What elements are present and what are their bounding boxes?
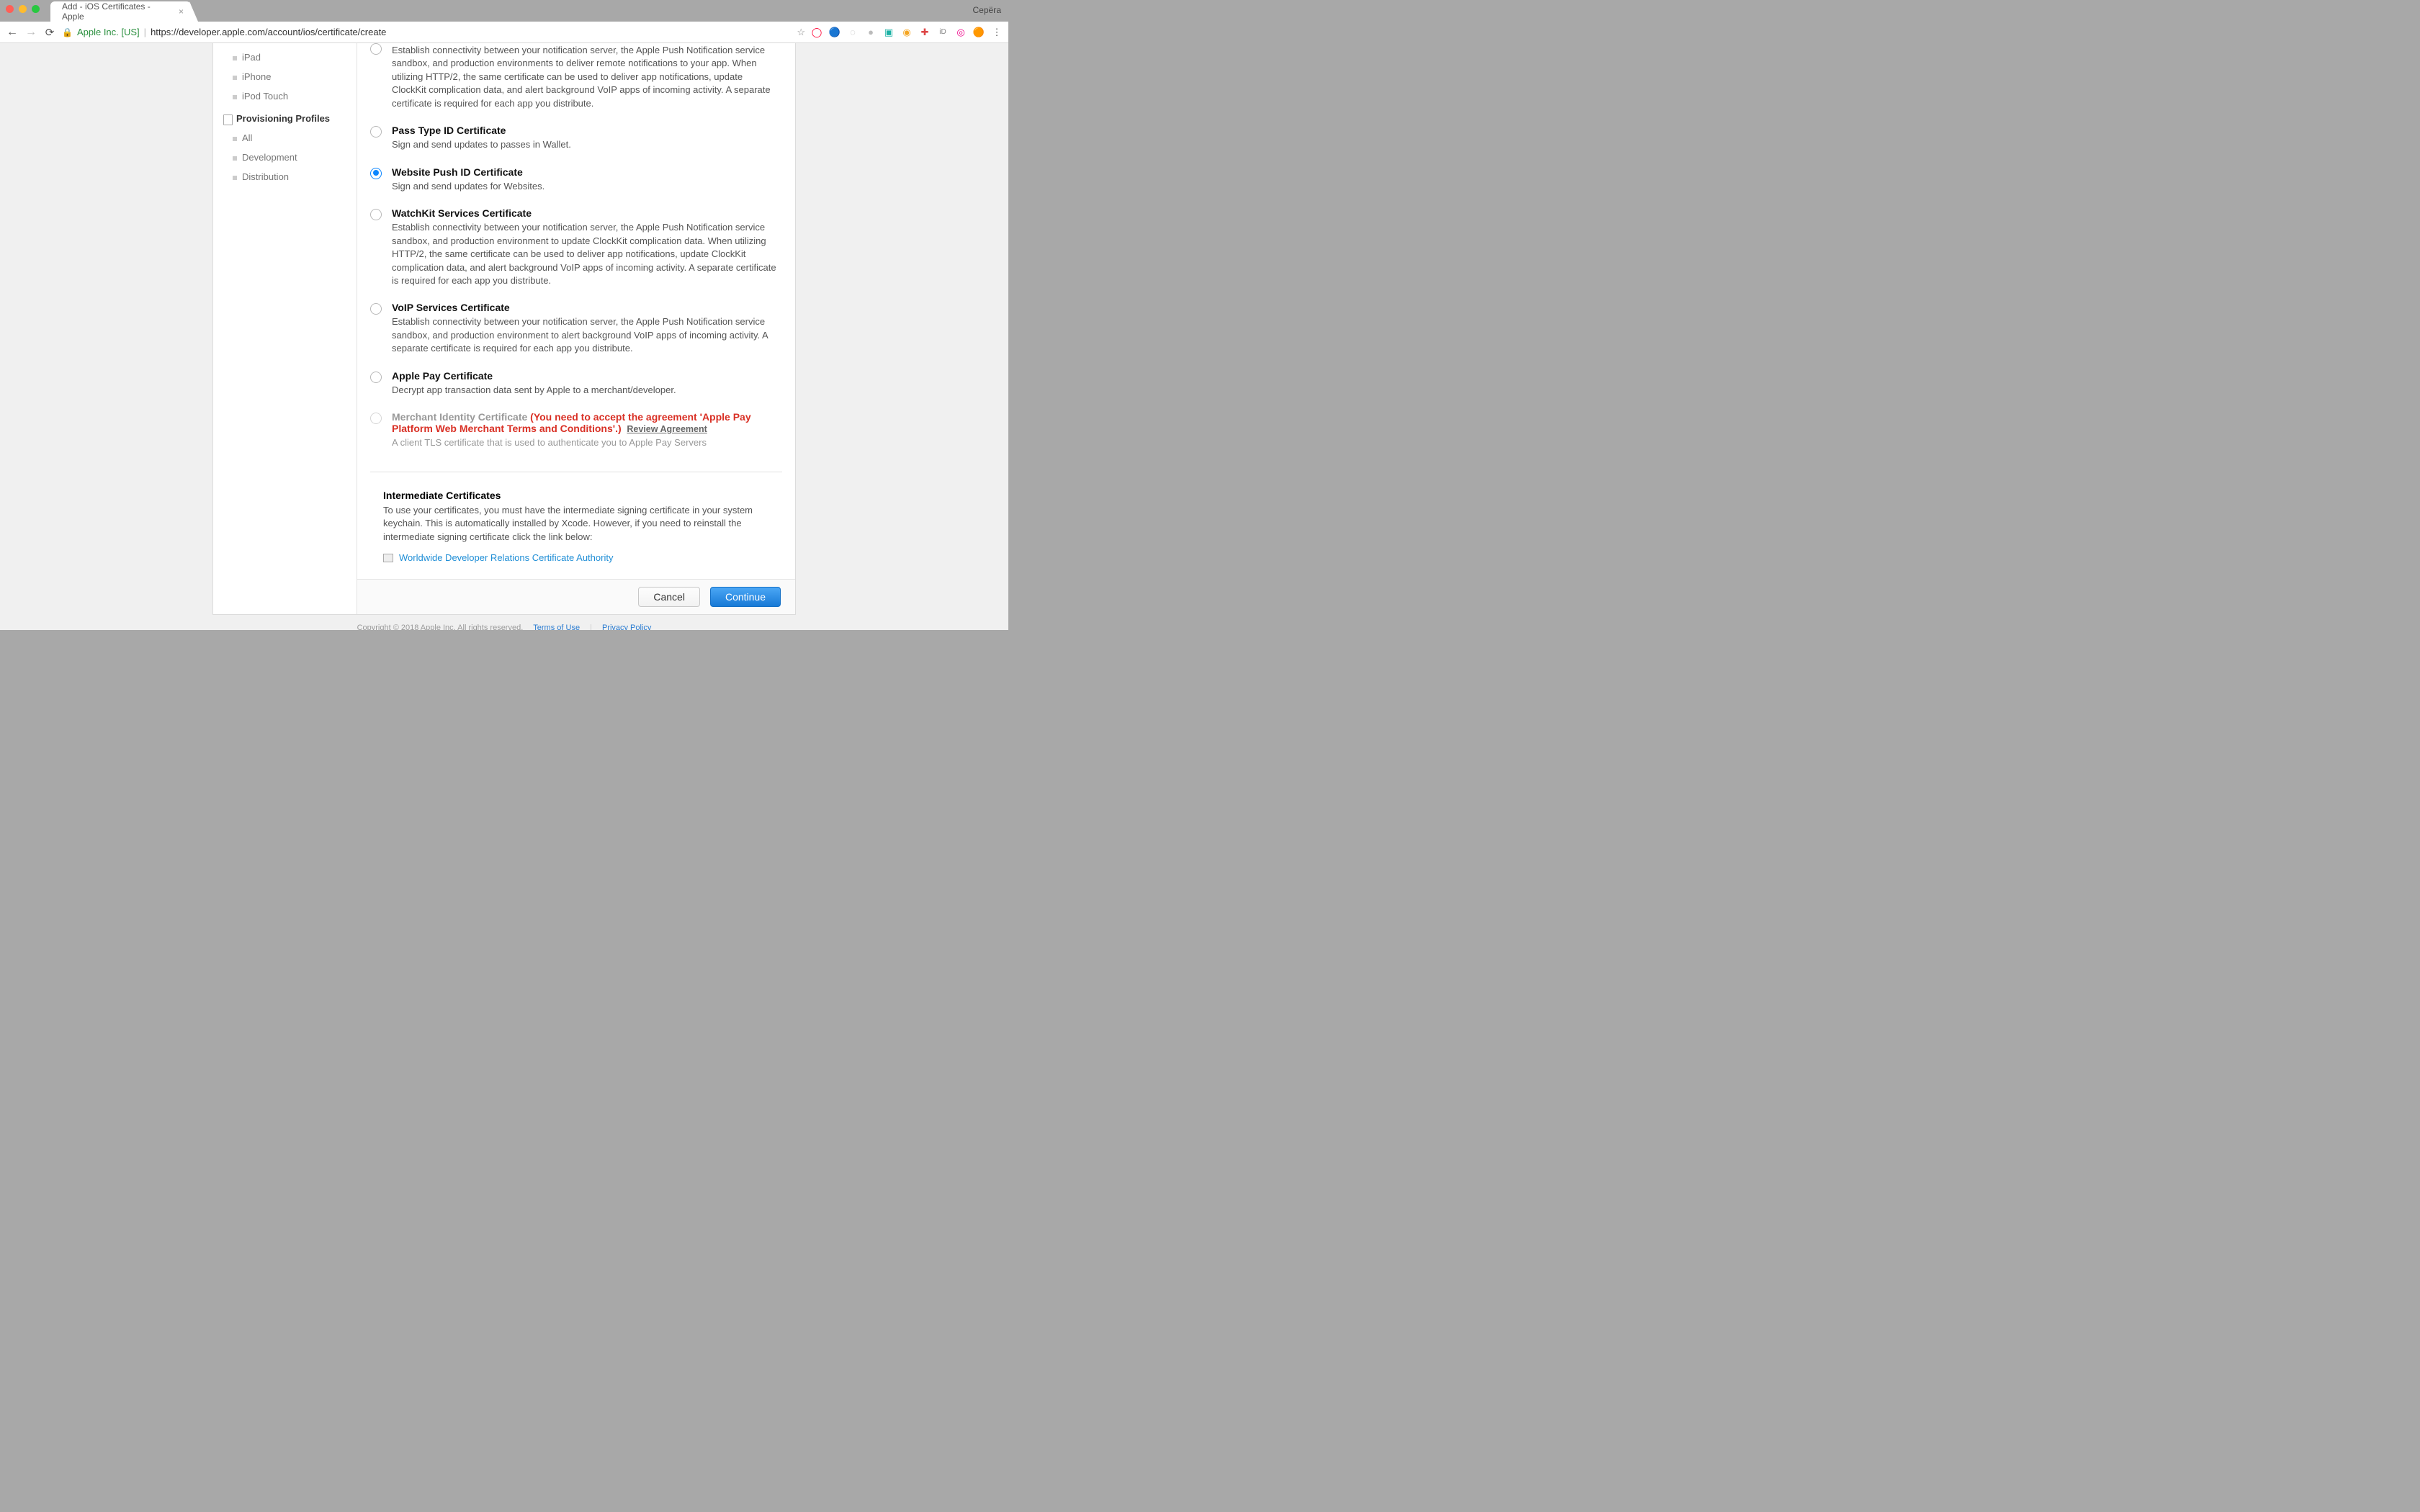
chrome-menu-icon[interactable]: ⋮ — [991, 27, 1003, 38]
sidebar-item-ipod[interactable]: iPod Touch — [213, 86, 357, 106]
browser-profile-label[interactable]: Серëга — [973, 5, 1001, 15]
radio-apns[interactable] — [370, 43, 382, 55]
sidebar-item-label: iPad — [242, 52, 261, 63]
option-title: Merchant Identity Certificate (You need … — [392, 411, 779, 434]
option-title: Pass Type ID Certificate — [392, 125, 779, 136]
circle-ext-icon[interactable]: ◎ — [955, 27, 967, 38]
window-close-button[interactable] — [6, 5, 14, 13]
grey-ext-icon-2[interactable]: ● — [865, 27, 877, 38]
sidebar-item-development[interactable]: Development — [213, 148, 357, 167]
footer-separator: | — [590, 624, 592, 630]
rainbow-ext-icon[interactable]: 🟠 — [973, 27, 985, 38]
intermediate-text: To use your certificates, you must have … — [383, 504, 782, 544]
sidebar: iPad iPhone iPod Touch Provisioning Prof… — [213, 43, 357, 614]
sidebar-item-all[interactable]: All — [213, 128, 357, 148]
wwdr-cert-link[interactable]: Worldwide Developer Relations Certificat… — [399, 552, 613, 563]
certificate-file-icon — [383, 554, 393, 562]
tab-title: Add - iOS Certificates - Apple — [62, 1, 174, 22]
sidebar-item-label: Distribution — [242, 171, 289, 182]
nav-reload-button[interactable]: ⟳ — [43, 26, 56, 39]
orange-ext-icon[interactable]: ◉ — [901, 27, 913, 38]
grey-ext-icon-1[interactable]: ◌ — [847, 27, 859, 38]
review-agreement-link[interactable]: Review Agreement — [627, 424, 707, 434]
option-title: WatchKit Services Certificate — [392, 207, 779, 219]
option-desc: Sign and send updates to passes in Walle… — [392, 138, 779, 151]
color-ext-icon[interactable]: 🔵 — [829, 27, 841, 38]
option-desc: Establish connectivity between your noti… — [392, 221, 779, 287]
lock-icon: 🔒 — [62, 27, 73, 37]
intermediate-certs-section: Intermediate Certificates To use your ce… — [357, 490, 795, 579]
sidebar-item-label: Development — [242, 152, 297, 163]
option-watchkit[interactable]: WatchKit Services Certificate Establish … — [370, 207, 782, 287]
action-bar: Cancel Continue — [357, 579, 795, 614]
option-title: Apple Pay Certificate — [392, 370, 779, 382]
continue-button[interactable]: Continue — [710, 587, 781, 607]
radio-website-push[interactable] — [370, 168, 382, 179]
radio-pass-type[interactable] — [370, 126, 382, 138]
window-controls — [6, 5, 40, 13]
content-panel: iPad iPhone iPod Touch Provisioning Prof… — [212, 43, 796, 615]
browser-tabbar: Add - iOS Certificates - Apple × Серëга — [0, 0, 1008, 22]
option-pass-type[interactable]: Pass Type ID Certificate Sign and send u… — [370, 125, 782, 151]
ev-cert-label: Apple Inc. [US] — [77, 27, 140, 37]
browser-toolbar: ← → ⟳ 🔒 Apple Inc. [US] | https://develo… — [0, 22, 1008, 43]
radio-watchkit[interactable] — [370, 209, 382, 220]
bookmark-star-icon[interactable]: ☆ — [797, 27, 805, 38]
page-viewport: iPad iPhone iPod Touch Provisioning Prof… — [0, 43, 1008, 630]
cancel-button[interactable]: Cancel — [638, 587, 700, 607]
url-separator: | — [144, 27, 146, 37]
id-ext-icon[interactable]: iD — [937, 27, 949, 38]
option-desc: Sign and send updates for Websites. — [392, 180, 779, 193]
option-title: VoIP Services Certificate — [392, 302, 779, 313]
nav-back-button[interactable]: ← — [6, 26, 19, 39]
radio-voip[interactable] — [370, 303, 382, 315]
sidebar-item-label: All — [242, 132, 252, 143]
radio-merchant — [370, 413, 382, 424]
sidebar-item-iphone[interactable]: iPhone — [213, 67, 357, 86]
address-bar[interactable]: 🔒 Apple Inc. [US] | https://developer.ap… — [62, 27, 791, 37]
sidebar-item-label: iPod Touch — [242, 91, 288, 102]
option-desc: Decrypt app transaction data sent by App… — [392, 384, 779, 397]
option-apns[interactable]: Apple Push Notification service SSL (San… — [370, 43, 782, 110]
option-apple-pay[interactable]: Apple Pay Certificate Decrypt app transa… — [370, 370, 782, 397]
terms-link[interactable]: Terms of Use — [533, 624, 580, 630]
page-footer: Copyright © 2018 Apple Inc. All rights r… — [212, 624, 796, 630]
certificate-options: Apple Push Notification service SSL (San… — [357, 43, 795, 464]
option-website-push[interactable]: Website Push ID Certificate Sign and sen… — [370, 166, 782, 193]
radio-apple-pay[interactable] — [370, 372, 382, 383]
option-desc: Establish connectivity between your noti… — [392, 315, 779, 355]
privacy-link[interactable]: Privacy Policy — [602, 624, 651, 630]
sidebar-section-label: Provisioning Profiles — [236, 113, 330, 124]
browser-tab[interactable]: Add - iOS Certificates - Apple × — [50, 1, 191, 22]
option-desc: Establish connectivity between your noti… — [392, 44, 779, 110]
option-voip[interactable]: VoIP Services Certificate Establish conn… — [370, 302, 782, 355]
window-maximize-button[interactable] — [32, 5, 40, 13]
option-merchant: Merchant Identity Certificate (You need … — [370, 411, 782, 449]
intermediate-heading: Intermediate Certificates — [383, 490, 782, 501]
continue-label: Continue — [725, 591, 766, 603]
main-content: Apple Push Notification service SSL (San… — [357, 43, 795, 614]
option-title-text: Merchant Identity Certificate — [392, 411, 527, 423]
red-plus-ext-icon[interactable]: ✚ — [919, 27, 931, 38]
sidebar-item-distribution[interactable]: Distribution — [213, 167, 357, 186]
sidebar-section-provisioning[interactable]: Provisioning Profiles — [213, 106, 357, 128]
copyright-text: Copyright © 2018 Apple Inc. All rights r… — [357, 624, 524, 630]
sidebar-item-label: iPhone — [242, 71, 271, 82]
option-desc: A client TLS certificate that is used to… — [392, 436, 779, 449]
window-minimize-button[interactable] — [19, 5, 27, 13]
tab-close-icon[interactable]: × — [179, 6, 184, 17]
option-title: Website Push ID Certificate — [392, 166, 779, 178]
sidebar-item-ipad[interactable]: iPad — [213, 48, 357, 67]
opera-ext-icon[interactable]: ◯ — [811, 27, 823, 38]
teal-ext-icon[interactable]: ▣ — [883, 27, 895, 38]
extension-icons: ◯ 🔵 ◌ ● ▣ ◉ ✚ iD ◎ 🟠 ⋮ — [811, 27, 1003, 38]
cancel-label: Cancel — [653, 591, 685, 603]
url-text: https://developer.apple.com/account/ios/… — [151, 27, 386, 37]
nav-forward-button[interactable]: → — [24, 26, 37, 39]
